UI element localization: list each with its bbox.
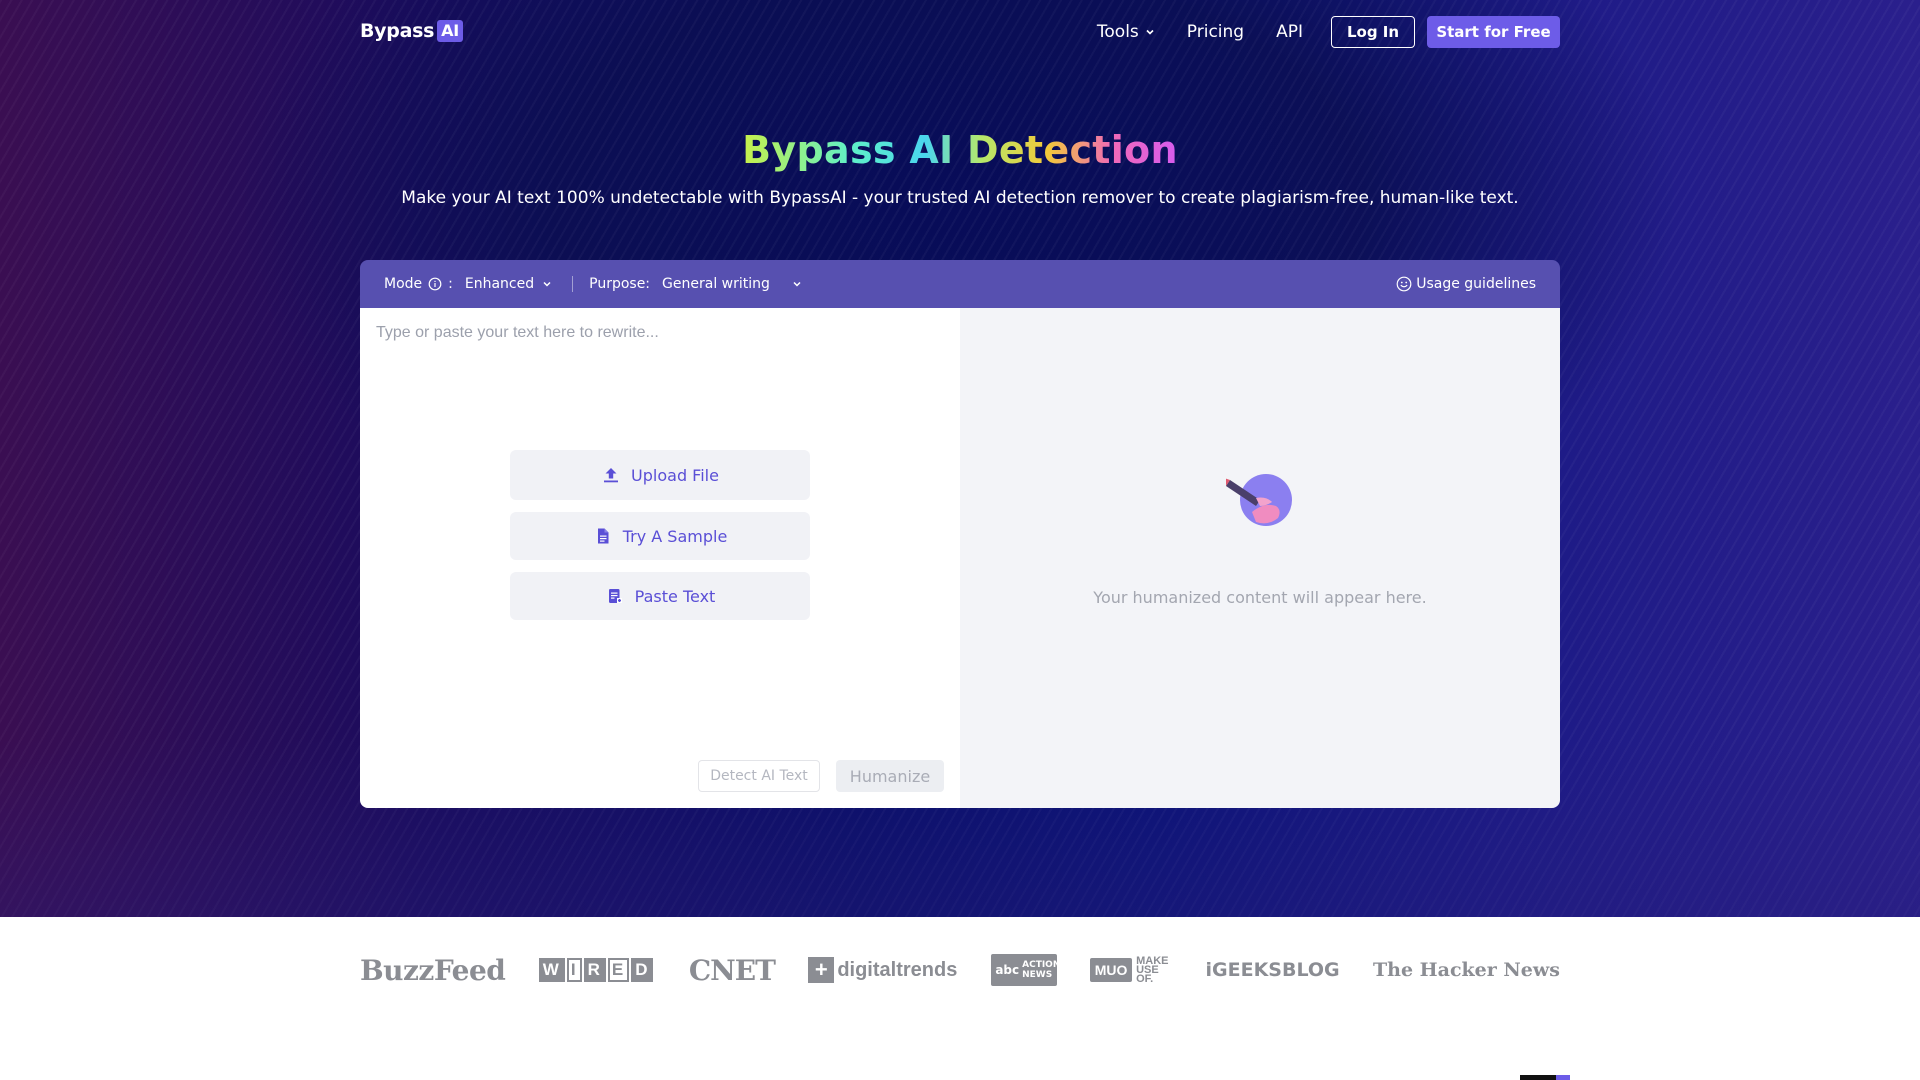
try-sample-label: Try A Sample — [623, 527, 728, 546]
nav-pricing-label: Pricing — [1187, 22, 1244, 42]
action-news-text: ACTION NEWS — [1022, 960, 1052, 980]
purpose-value: General writing — [662, 276, 770, 292]
output-pane: Your humanized content will appear here. — [960, 308, 1560, 808]
nav-tools-label: Tools — [1097, 22, 1139, 42]
abc-text: abc — [995, 965, 1019, 975]
corner-mark-dark — [1520, 1075, 1556, 1080]
wired-letter: W — [539, 958, 565, 982]
nav-api-label: API — [1276, 22, 1303, 42]
mode-select[interactable]: Enhanced — [465, 276, 552, 292]
purpose-label: Purpose: — [589, 276, 650, 292]
info-icon[interactable] — [428, 277, 442, 291]
login-button[interactable]: Log In — [1331, 16, 1415, 48]
buzzfeed-logo: BuzzFeed — [360, 954, 505, 987]
chevron-down-icon — [542, 279, 552, 289]
page-subtitle: Make your AI text 100% undetectable with… — [0, 188, 1920, 208]
corner-mark-accent — [1556, 1075, 1570, 1080]
hacker-news-logo: The Hacker News — [1373, 959, 1560, 981]
upload-icon — [601, 465, 621, 485]
page-title-text: Bypass AI Detection — [742, 128, 1178, 172]
top-nav: Bypass AI Tools Pricing API Log In Start… — [360, 16, 1560, 48]
muo-logo: MUO MAKE USE OF. — [1090, 957, 1172, 984]
purpose-select[interactable]: General writing — [662, 276, 802, 292]
igeeksblog-logo: iGEEKSBLOG — [1206, 959, 1340, 981]
start-free-button[interactable]: Start for Free — [1427, 16, 1560, 48]
wired-letter: R — [584, 958, 606, 982]
smile-icon — [1396, 276, 1412, 292]
mode-colon: : — [448, 276, 453, 292]
upload-file-label: Upload File — [631, 466, 719, 485]
muo-box: MUO — [1090, 958, 1132, 982]
writing-hand-icon — [1226, 472, 1294, 528]
mode-value: Enhanced — [465, 276, 534, 292]
paste-text-label: Paste Text — [635, 587, 716, 606]
wired-letter: E — [608, 958, 629, 982]
humanize-button[interactable]: Humanize — [836, 760, 944, 792]
usage-guidelines-label: Usage guidelines — [1416, 276, 1536, 292]
document-icon — [593, 526, 613, 546]
cnet-logo: CNET — [689, 954, 775, 987]
output-placeholder-text: Your humanized content will appear here. — [960, 588, 1560, 607]
logo-badge: AI — [437, 20, 463, 42]
usage-guidelines-link[interactable]: Usage guidelines — [1396, 260, 1536, 308]
tool-toolbar: Mode : Enhanced Purpose: General writing… — [360, 260, 1560, 308]
wired-letter: D — [631, 958, 653, 982]
mode-label: Mode — [384, 276, 422, 292]
try-sample-button[interactable]: Try A Sample — [510, 512, 810, 560]
paste-icon — [605, 586, 625, 606]
digitaltrends-logo: + digitaltrends — [808, 957, 957, 983]
nav-pricing[interactable]: Pricing — [1187, 22, 1244, 42]
humanizer-card: Mode : Enhanced Purpose: General writing… — [360, 260, 1560, 808]
nav-api[interactable]: API — [1276, 22, 1303, 42]
wired-logo: W I R E D — [539, 958, 656, 982]
corner-mark — [1520, 1075, 1570, 1080]
detect-ai-button[interactable]: Detect AI Text — [698, 760, 820, 792]
toolbar-divider — [572, 276, 573, 292]
upload-file-button[interactable]: Upload File — [510, 450, 810, 500]
paste-text-button[interactable]: Paste Text — [510, 572, 810, 620]
page-title: Bypass AI Detection — [0, 128, 1920, 172]
abc-action-news-logo: abc ACTION NEWS — [991, 954, 1057, 986]
muo-text: MAKE USE OF. — [1136, 957, 1172, 984]
press-logos: BuzzFeed W I R E D CNET + digitaltrends … — [360, 945, 1560, 995]
plus-icon: + — [808, 957, 834, 983]
nav-tools[interactable]: Tools — [1097, 22, 1155, 42]
chevron-down-icon — [792, 279, 802, 289]
logo[interactable]: Bypass AI — [360, 20, 463, 42]
wired-letter: I — [567, 958, 582, 982]
digitaltrends-text: digitaltrends — [837, 959, 957, 982]
chevron-down-icon — [1145, 27, 1155, 37]
input-pane: Upload File Try A Sample Paste Text Dete… — [360, 308, 960, 808]
logo-text: Bypass — [360, 20, 434, 42]
text-input[interactable] — [376, 324, 944, 364]
nav-links: Tools Pricing API Log In Start for Free — [1097, 16, 1560, 48]
